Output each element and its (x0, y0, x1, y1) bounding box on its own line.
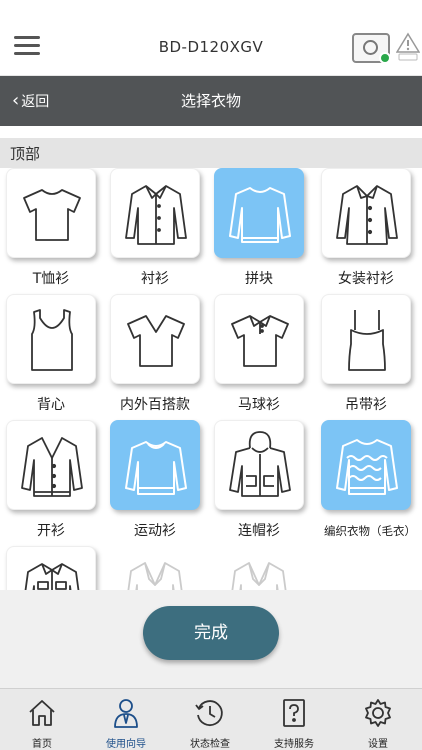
garment-card[interactable] (321, 168, 411, 258)
garment-label: 内外百搭款 (120, 397, 190, 413)
garment-tile-blouse[interactable]: 女装衬衫 (321, 168, 421, 290)
garment-tile-jacket[interactable] (6, 546, 106, 590)
garment-tile-cardigan[interactable]: 开衫 (6, 420, 106, 542)
tab-guide[interactable]: 使用向导 (84, 689, 168, 750)
garment-tile-patchwork[interactable]: 拼块 (214, 168, 314, 290)
garment-card[interactable] (6, 294, 96, 384)
cardigan-icon (21, 437, 83, 497)
garment-label: 连帽衫 (238, 523, 280, 539)
garment-card[interactable] (110, 294, 200, 384)
garment-label: 开衫 (37, 523, 65, 539)
navigation-bar: ‹ 返回 选择衣物 (0, 76, 422, 126)
section-header: 顶部 (0, 138, 422, 168)
garment-card-selected[interactable] (321, 420, 411, 510)
garment-grid[interactable]: T恤衫 衬衫 拼块 女装衬衫 背心 内外百搭款 马球衫 吊带衫 开衫 运动衫 连… (0, 168, 422, 590)
garment-tile-tshirt[interactable]: T恤衫 (6, 168, 106, 290)
guide-person-icon (114, 699, 138, 728)
tab-label: 使用向导 (106, 739, 146, 750)
gear-icon (365, 699, 391, 727)
v-neck-tee-icon (127, 315, 185, 367)
tank-top-icon (31, 309, 73, 371)
blouse-icon (336, 185, 398, 245)
knit-sweater-icon (336, 439, 398, 495)
garment-card[interactable] (110, 168, 200, 258)
washer-status-icon[interactable] (352, 33, 391, 64)
tab-settings[interactable]: 设置 (336, 689, 420, 750)
garment-label: 女装衬衫 (338, 271, 394, 287)
garment-tile-knit-sweater[interactable]: 编织衣物（毛衣） (321, 420, 421, 542)
garment-card[interactable] (6, 546, 96, 590)
hoodie-icon (229, 431, 291, 497)
garment-label: 运动衫 (134, 523, 176, 539)
garment-card-selected[interactable] (110, 420, 200, 510)
garment-card-disabled (214, 546, 304, 590)
coat-icon (231, 562, 287, 590)
garment-tile-coat-ghost (214, 546, 314, 590)
warning-icon[interactable] (396, 32, 420, 62)
page-title: 选择衣物 (180, 92, 241, 110)
garment-label: 马球衫 (238, 397, 280, 413)
garment-tile-vneck[interactable]: 内外百搭款 (110, 294, 210, 416)
support-icon (283, 699, 305, 727)
bottom-tab-bar: 首页 使用向导 状态检查 支持服务 设置 (0, 688, 422, 750)
garment-label: 背心 (37, 397, 65, 413)
tab-label: 状态检查 (190, 739, 230, 750)
garment-label: 衬衫 (141, 271, 169, 287)
footer-area: 完成 (0, 590, 422, 688)
garment-card[interactable] (214, 420, 304, 510)
tab-support[interactable]: 支持服务 (252, 689, 336, 750)
garment-tile-shirt[interactable]: 衬衫 (110, 168, 210, 290)
sweatshirt-icon (125, 441, 187, 495)
top-header: BD-D120XGV (0, 0, 422, 76)
polo-shirt-icon (231, 315, 289, 367)
garment-card[interactable] (6, 420, 96, 510)
garment-tile-hoodie[interactable]: 连帽衫 (214, 420, 314, 542)
garment-card-selected[interactable] (214, 168, 304, 258)
tab-label: 支持服务 (274, 739, 314, 750)
sweater-icon (229, 187, 291, 243)
garment-tile-suit-ghost (110, 546, 210, 590)
section-label: 顶部 (10, 145, 41, 163)
jacket-icon (24, 563, 80, 590)
tab-label: 首页 (32, 739, 52, 750)
tab-label: 设置 (368, 739, 388, 750)
suit-jacket-icon (127, 562, 183, 590)
garment-tile-sweatshirt[interactable]: 运动衫 (110, 420, 210, 542)
garment-tile-tank-top[interactable]: 背心 (6, 294, 106, 416)
garment-tile-polo[interactable]: 马球衫 (214, 294, 314, 416)
garment-label: 编织衣物（毛衣） (324, 524, 416, 538)
home-icon (29, 700, 55, 726)
garment-label: T恤衫 (32, 271, 70, 287)
tab-home[interactable]: 首页 (0, 689, 84, 750)
status-check-icon (195, 700, 223, 727)
garment-tile-camisole[interactable]: 吊带衫 (321, 294, 421, 416)
done-button[interactable]: 完成 (143, 606, 279, 660)
tab-status-check[interactable]: 状态检查 (168, 689, 252, 750)
garment-label: 拼块 (245, 271, 273, 287)
garment-card-disabled (110, 546, 200, 590)
shirt-icon (125, 185, 187, 245)
garment-card[interactable] (214, 294, 304, 384)
garment-label: 吊带衫 (345, 397, 387, 413)
garment-card[interactable] (321, 294, 411, 384)
tshirt-icon (23, 189, 81, 241)
camisole-icon (348, 310, 386, 371)
garment-card[interactable] (6, 168, 96, 258)
